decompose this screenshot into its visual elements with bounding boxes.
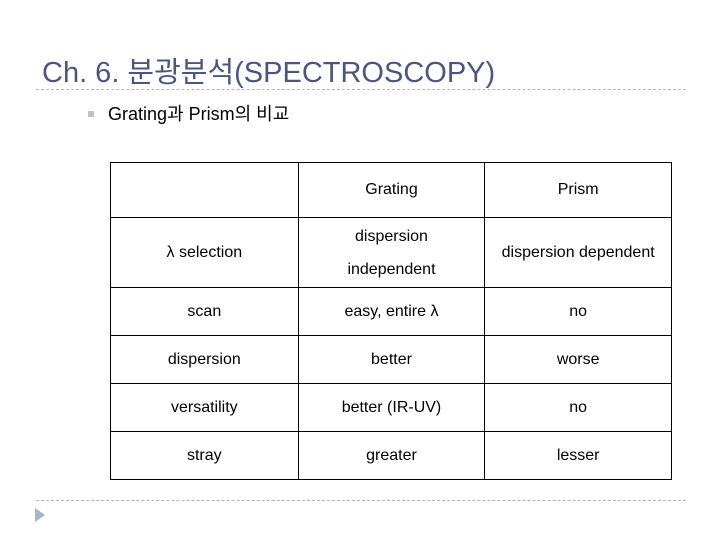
table-row: stray greater lesser: [110, 431, 672, 480]
grating-cell: better: [297, 335, 486, 384]
bullet-text: Grating과 Prism의 비교: [108, 104, 290, 124]
slide-title: Ch. 6. 분광분석(SPECTROSCOPY): [42, 57, 496, 89]
footer-divider: [36, 500, 686, 501]
grating-cell: greater: [297, 431, 486, 480]
grating-cell: dispersion independent: [297, 217, 486, 288]
grating-cell: better (IR-UV): [297, 383, 486, 432]
row-label: dispersion: [110, 335, 299, 384]
table-row: dispersion better worse: [110, 335, 672, 384]
title-divider: [36, 89, 686, 90]
grating-cell: easy, entire λ: [297, 287, 486, 336]
table-row: λ selection dispersion independent dispe…: [110, 217, 672, 288]
triangle-right-icon[interactable]: [35, 508, 45, 522]
header-cell-grating: Grating: [297, 162, 486, 218]
prism-cell: no: [484, 383, 672, 432]
prism-cell: worse: [484, 335, 672, 384]
header-cell-empty: [110, 162, 299, 218]
grating-cell-line: dispersion: [355, 227, 428, 245]
prism-cell: no: [484, 287, 672, 336]
prism-cell: lesser: [484, 431, 672, 480]
grating-cell-line: independent: [347, 260, 436, 278]
row-label: stray: [110, 431, 299, 480]
table-row: scan easy, entire λ no: [110, 287, 672, 336]
row-label: versatility: [110, 383, 299, 432]
row-label: scan: [110, 287, 299, 336]
table-header-row: Grating Prism: [110, 162, 672, 218]
row-label: λ selection: [110, 217, 299, 288]
prism-cell: dispersion dependent: [484, 217, 672, 288]
square-bullet-icon: [88, 111, 94, 117]
header-cell-prism: Prism: [484, 162, 672, 218]
table-row: versatility better (IR-UV) no: [110, 383, 672, 432]
bullet-item: Grating과 Prism의 비교: [88, 100, 289, 126]
comparison-table: Grating Prism λ selection dispersion ind…: [110, 162, 672, 480]
